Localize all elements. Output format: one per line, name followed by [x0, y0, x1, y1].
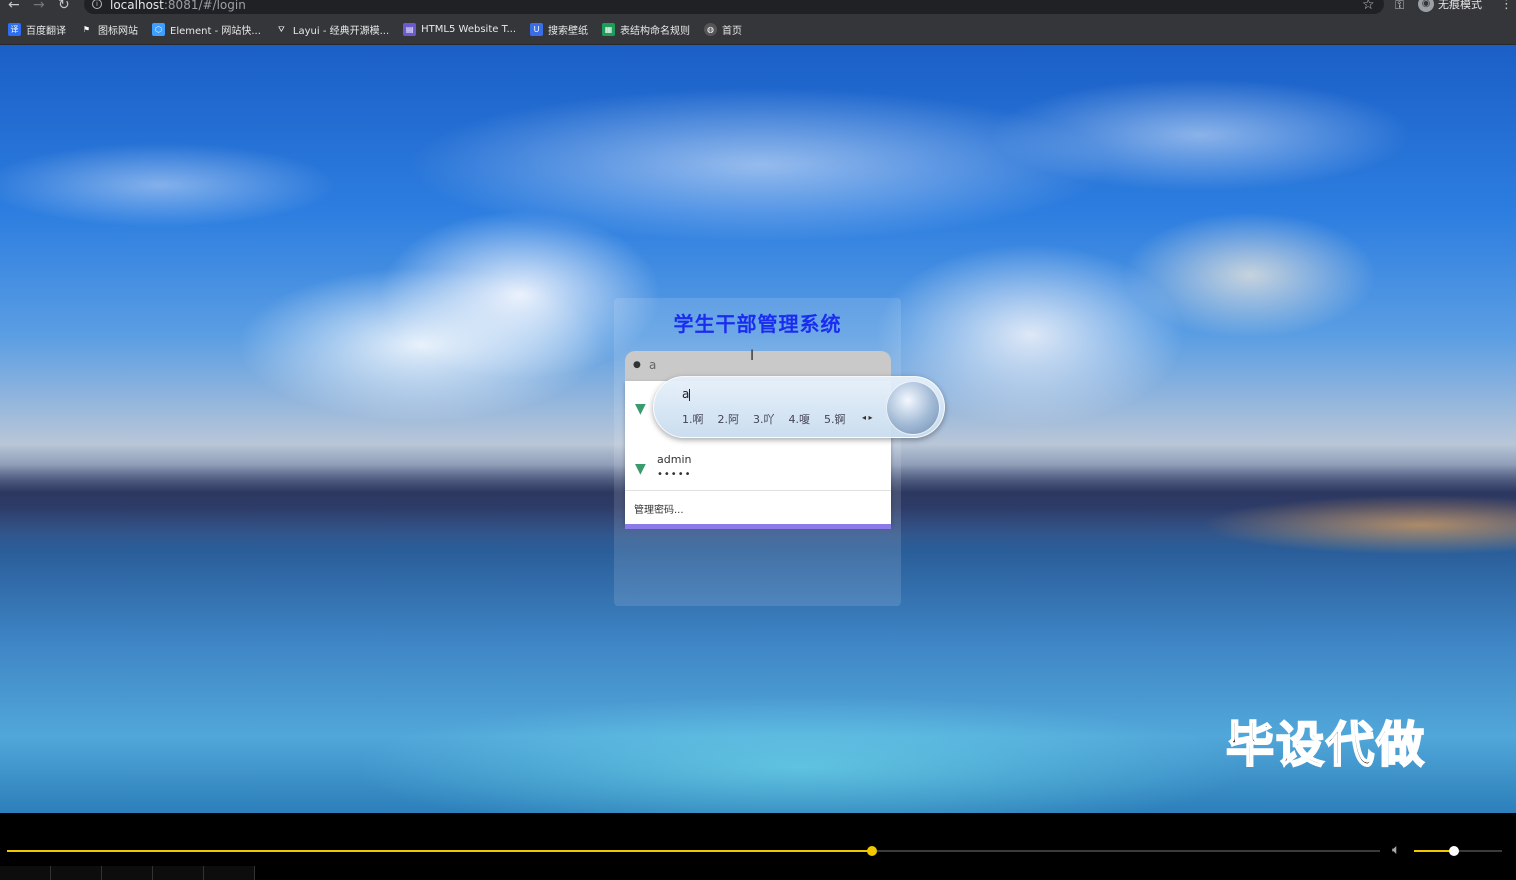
flag-icon: ⚑ [82, 24, 91, 34]
bookmark-label: 百度翻译 [26, 25, 66, 37]
ime-candidate[interactable]: 4.嗄 [789, 411, 811, 427]
element-icon: ⬡ [152, 22, 165, 36]
bookmarks-bar: 译百度翻译 ⚑ 图标网站 ⬡ Element - 网站快... ⛛ Layui - 经… [0, 14, 1516, 45]
wallpaper-icon: U [530, 22, 544, 36]
player-tab[interactable] [51, 866, 102, 880]
login-button-edge [625, 524, 891, 529]
bookmark-label: 图标网站 [98, 25, 138, 37]
player-tab[interactable] [204, 866, 255, 880]
sunset-glow [1200, 495, 1516, 555]
bookmark-label: 首页 [722, 25, 743, 37]
autofill-password: ••••• [657, 469, 692, 480]
progress-fill [7, 850, 872, 852]
ime-page-arrows-icon[interactable]: ◂ ▸ [862, 413, 873, 422]
ime-candidate[interactable]: 3.吖 [753, 411, 775, 427]
layui-icon: ⛛ [278, 24, 285, 34]
ime-candidate-window: a 1.啊 2.阿 3.吖 4.嗄 5.锕 ◂ ▸ [653, 376, 945, 438]
bookmark-item[interactable]: 译百度翻译 [8, 22, 66, 37]
bookmark-item[interactable]: ⚑ 图标网站 [80, 22, 138, 37]
bookmark-star-icon[interactable]: ☆ [1362, 0, 1375, 13]
player-tab-strip [0, 866, 1516, 880]
bookmark-item[interactable]: ▦ 表结构命名规则 [602, 22, 690, 37]
user-icon: ● [633, 360, 641, 370]
bookmark-item[interactable]: ⛛ Layui - 经典开源模... [275, 22, 389, 37]
manage-passwords-link[interactable]: 管理密码... [634, 501, 684, 516]
url-text: localhost:8081/#/login [110, 0, 246, 12]
username-value: a [649, 358, 657, 372]
reef-reflection [350, 695, 1250, 813]
watermark-text: 毕设代做 [1225, 716, 1427, 774]
bookmark-label: 表结构命名规则 [620, 25, 691, 37]
page-title: 学生干部管理系统 [673, 312, 842, 336]
volume-slider[interactable] [1414, 846, 1502, 856]
vue-logo-icon: ▼ [635, 461, 646, 477]
volume-handle[interactable] [1448, 846, 1459, 856]
bookmark-label: HTML5 Website T... [421, 23, 517, 35]
progress-track[interactable] [7, 846, 1380, 856]
volume-fill [1414, 850, 1454, 852]
incognito-label: 无痕模式 [1438, 0, 1482, 11]
globe-icon: ◍ [704, 22, 718, 36]
ime-composition-text: a [682, 387, 690, 401]
ime-composition: a [682, 387, 691, 401]
incognito-icon: ◉ [1418, 0, 1434, 12]
text-cursor-icon: I [750, 348, 755, 364]
ime-candidates: 1.啊 2.阿 3.吖 4.嗄 5.锕 [682, 411, 846, 427]
incognito-indicator[interactable]: ◉ 无痕模式 [1418, 0, 1482, 12]
ime-candidate[interactable]: 1.啊 [682, 411, 704, 427]
forward-icon[interactable]: → [33, 0, 45, 12]
address-bar[interactable]: i localhost:8081/#/login [84, 0, 1384, 14]
autofill-username: admin [657, 453, 692, 466]
video-player-bar: 🔈︎ [0, 813, 1516, 880]
autofill-entry[interactable]: ▼ admin ••••• [625, 443, 891, 491]
progress-handle[interactable] [866, 846, 877, 856]
ime-candidate[interactable]: 2.阿 [718, 411, 740, 427]
vue-logo-icon: ▼ [635, 401, 646, 417]
ime-candidate[interactable]: 5.锕 [824, 411, 846, 427]
bookmark-item[interactable]: ◍ 首页 [704, 22, 742, 37]
bookmark-item[interactable]: ⬡ Element - 网站快... [152, 22, 261, 37]
html5-icon: ▤ [403, 22, 417, 36]
bookmark-item[interactable]: U 搜索壁纸 [530, 22, 588, 37]
reload-icon[interactable]: ↻ [58, 0, 70, 12]
bookmark-label: Element - 网站快... [170, 25, 261, 37]
player-tab[interactable] [102, 866, 153, 880]
key-icon[interactable]: ⚿ [1395, 0, 1404, 13]
sheet-icon: ▦ [602, 22, 616, 36]
volume-icon[interactable]: 🔈︎ [1392, 842, 1400, 858]
player-tab[interactable] [153, 866, 204, 880]
back-icon[interactable]: ← [8, 0, 20, 12]
bookmark-label: Layui - 经典开源模... [292, 25, 390, 37]
info-icon[interactable]: i [92, 0, 102, 9]
player-tab[interactable] [0, 866, 51, 880]
browser-toolbar: ← → ↻ i localhost:8081/#/login ☆ ⚿ ◉ 无痕模… [0, 0, 1516, 14]
bookmark-label: 搜索壁纸 [548, 25, 589, 37]
translate-icon: 译 [8, 22, 21, 36]
ime-skin-orb-icon [886, 381, 940, 435]
more-menu-icon[interactable]: ⋮ [1500, 0, 1513, 12]
bookmark-item[interactable]: ▤ HTML5 Website T... [403, 22, 517, 36]
login-page-background: 学生干部管理系统 ● a I ▼ ▼ admin ••••• 管理密码... a… [0, 45, 1516, 813]
ime-caret [689, 388, 691, 401]
